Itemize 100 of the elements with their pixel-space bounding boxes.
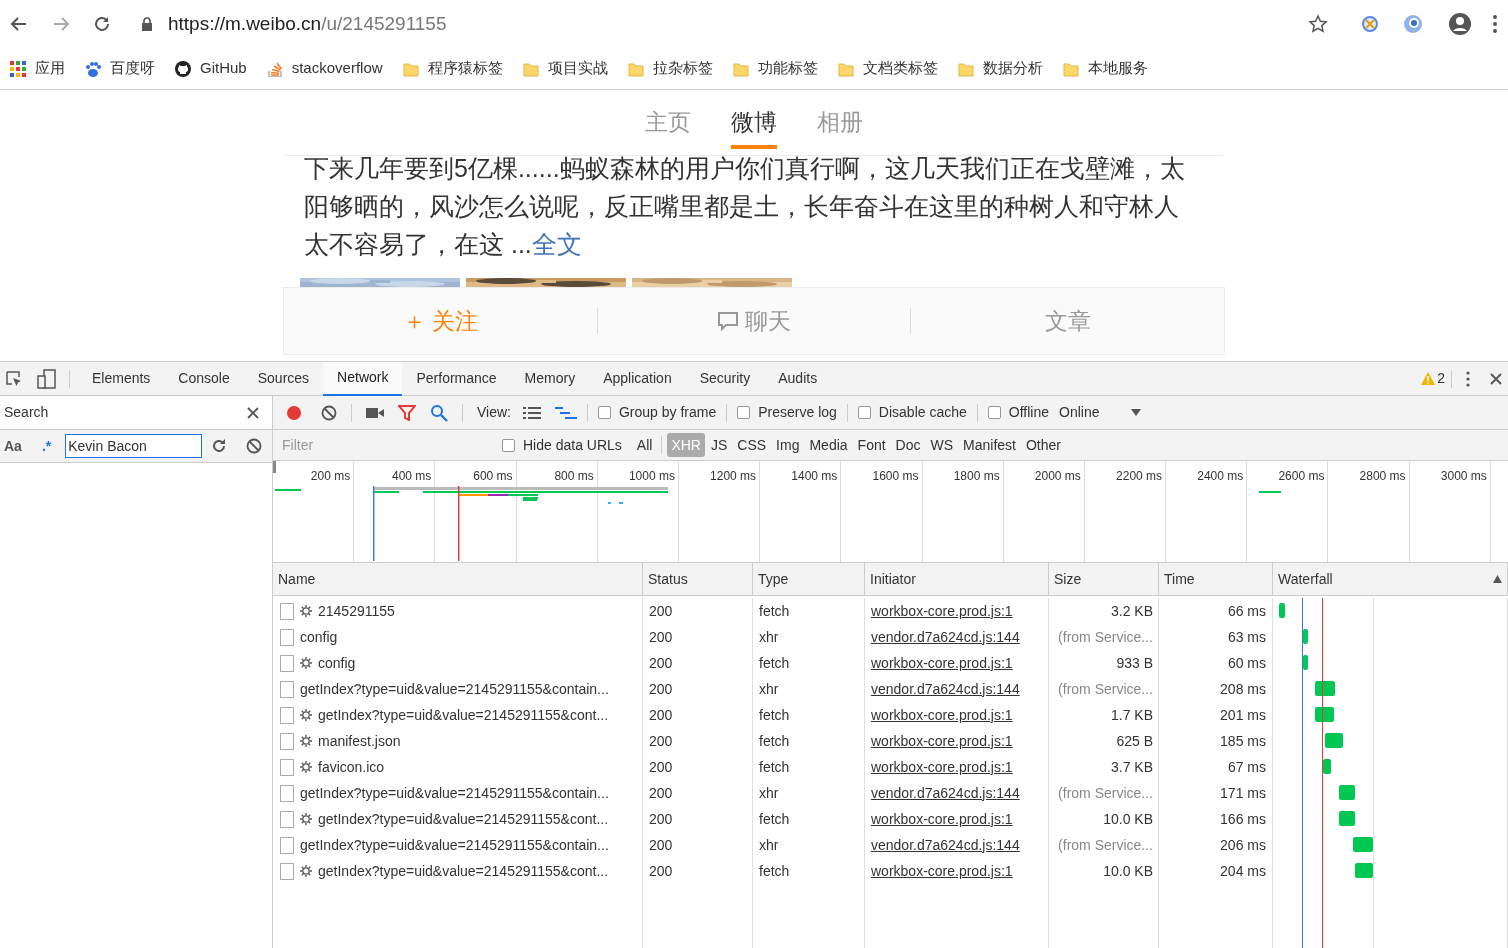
bookmark-link[interactable]: 数据分析	[982, 57, 1043, 80]
initiator-link[interactable]: workbox-core.prod.js:1	[871, 652, 1013, 674]
devtools-tab[interactable]: Memory	[510, 361, 590, 396]
search-field[interactable]: Kevin Bacon	[65, 434, 203, 458]
column-header[interactable]: Type	[758, 568, 789, 590]
type-filter-button[interactable]: Manifest	[959, 433, 1020, 457]
type-filter-button[interactable]: JS	[706, 433, 732, 457]
column-header[interactable]: Size	[1054, 568, 1082, 590]
reload-icon[interactable]	[92, 14, 112, 34]
initiator-link[interactable]: workbox-core.prod.js:1	[871, 600, 1013, 622]
throttle-dropdown[interactable]: Online	[1059, 402, 1142, 423]
warning-counter[interactable]: 2	[1421, 368, 1445, 389]
refresh-icon[interactable]	[211, 438, 228, 454]
regex-button[interactable]: .*	[41, 435, 52, 457]
request-name[interactable]: getIndex?type=uid&value=2145291155&cont...	[318, 860, 609, 882]
request-name[interactable]: manifest.json	[318, 730, 401, 752]
devtools-tab[interactable]: Application	[589, 361, 686, 396]
list-view-icon[interactable]	[523, 405, 541, 420]
time-cell-text: 60 ms	[1227, 653, 1266, 673]
waterfall-view-icon[interactable]	[555, 405, 577, 420]
page-tab[interactable]: 微博	[731, 107, 777, 149]
devtools-tab[interactable]: Network	[323, 361, 403, 396]
read-more-link[interactable]: 全文	[531, 230, 582, 258]
match-case-button[interactable]: Aa	[4, 435, 22, 457]
close-icon[interactable]	[247, 406, 259, 419]
waterfall-bar	[1315, 681, 1335, 696]
bookmark-link[interactable]: 百度呀	[110, 57, 155, 80]
request-name[interactable]: getIndex?type=uid&value=2145291155&cont...	[318, 704, 609, 726]
filter-icon[interactable]	[398, 404, 416, 421]
devtools-tab[interactable]: Elements	[78, 361, 165, 396]
file-icon	[280, 836, 294, 854]
menu-icon[interactable]	[1492, 14, 1498, 34]
request-name[interactable]: getIndex?type=uid&value=2145291155&contain...	[300, 782, 609, 804]
close-icon[interactable]	[1490, 372, 1502, 385]
type-filter-button[interactable]: All	[632, 433, 657, 457]
bookmark-link[interactable]: 文档类标签	[862, 57, 938, 80]
column-header[interactable]: Name	[278, 568, 316, 590]
request-name[interactable]: getIndex?type=uid&value=2145291155&contain...	[300, 678, 609, 700]
request-name[interactable]: 2145291155	[318, 600, 395, 622]
bookmark-link[interactable]: 应用	[35, 57, 65, 80]
checkbox[interactable]	[987, 406, 1001, 419]
type-filter-button[interactable]: WS	[926, 433, 958, 457]
extension-icon[interactable]	[1402, 13, 1424, 35]
bookmark-link[interactable]: GitHub	[200, 57, 247, 80]
initiator-link[interactable]: vendor.d7a624cd.js:144	[871, 834, 1020, 856]
bookmark-link[interactable]: 程序猿标签	[427, 57, 503, 80]
column-header[interactable]: Status	[648, 568, 688, 590]
request-name[interactable]: getIndex?type=uid&value=2145291155&cont...	[318, 808, 609, 830]
size-cell-text: (from Service...	[1058, 627, 1153, 647]
device-toolbar-icon[interactable]	[37, 368, 57, 389]
initiator-link[interactable]: vendor.d7a624cd.js:144	[871, 678, 1020, 700]
column-header[interactable]: Time	[1164, 568, 1195, 590]
initiator-link[interactable]: workbox-core.prod.js:1	[871, 704, 1013, 726]
initiator-link[interactable]: vendor.d7a624cd.js:144	[871, 626, 1020, 648]
address-bar[interactable]: https://m.weibo.cn/u/2145291155	[168, 9, 447, 39]
devtools-tab[interactable]: Sources	[243, 361, 324, 396]
account-icon[interactable]	[1448, 12, 1472, 36]
more-options-icon[interactable]	[1466, 370, 1470, 387]
star-icon[interactable]	[1308, 14, 1328, 34]
record-icon[interactable]	[285, 403, 303, 422]
size-cell-text: (from Service...	[1058, 679, 1153, 699]
sort-ascending-icon[interactable]	[1493, 575, 1502, 583]
request-name[interactable]: getIndex?type=uid&value=2145291155&contain...	[300, 834, 609, 856]
checkbox[interactable]	[502, 438, 515, 452]
request-name[interactable]: config	[300, 626, 338, 648]
request-name[interactable]: favicon.ico	[318, 756, 385, 778]
devtools-tab[interactable]: Performance	[402, 361, 511, 396]
type-filter-button[interactable]: Font	[853, 433, 890, 457]
initiator-link[interactable]: workbox-core.prod.js:1	[871, 860, 1013, 882]
type-filter-button[interactable]: Doc	[891, 433, 925, 457]
clear-icon[interactable]	[321, 404, 337, 421]
type-filter-button[interactable]: Media	[805, 433, 852, 457]
clear-icon[interactable]	[246, 438, 263, 454]
search-icon[interactable]	[430, 403, 448, 422]
bookmark-link[interactable]: 功能标签	[757, 57, 818, 80]
checkbox[interactable]	[857, 406, 871, 419]
initiator-link[interactable]: workbox-core.prod.js:1	[871, 808, 1013, 830]
extension-icon[interactable]	[1360, 14, 1380, 34]
column-header[interactable]: Waterfall	[1278, 568, 1333, 590]
camera-icon[interactable]	[366, 405, 384, 420]
type-filter-button[interactable]: Other	[1022, 433, 1065, 457]
initiator-link[interactable]: workbox-core.prod.js:1	[871, 756, 1013, 778]
checkbox[interactable]	[737, 406, 751, 419]
initiator-link[interactable]: workbox-core.prod.js:1	[871, 730, 1013, 752]
initiator-link[interactable]: vendor.d7a624cd.js:144	[871, 782, 1020, 804]
type-filter-button[interactable]: CSS	[733, 433, 771, 457]
devtools-tab[interactable]: Console	[164, 361, 244, 396]
size-cell-text: 10.0 KB	[1103, 861, 1153, 881]
bookmark-link[interactable]: 本地服务	[1087, 57, 1148, 80]
bookmark-link[interactable]: stackoverflow	[291, 57, 383, 80]
bookmark-link[interactable]: 项目实战	[547, 57, 608, 80]
inspect-icon[interactable]	[5, 369, 23, 388]
devtools-tab[interactable]: Audits	[764, 361, 832, 396]
request-name[interactable]: config	[318, 652, 356, 674]
type-filter-button[interactable]: Img	[772, 433, 804, 457]
devtools-tab[interactable]: Security	[685, 361, 765, 396]
column-header[interactable]: Initiator	[870, 568, 916, 590]
checkbox[interactable]	[598, 406, 611, 419]
filter-field[interactable]: Filter	[279, 433, 489, 457]
bookmark-link[interactable]: 拉杂标签	[652, 57, 713, 80]
